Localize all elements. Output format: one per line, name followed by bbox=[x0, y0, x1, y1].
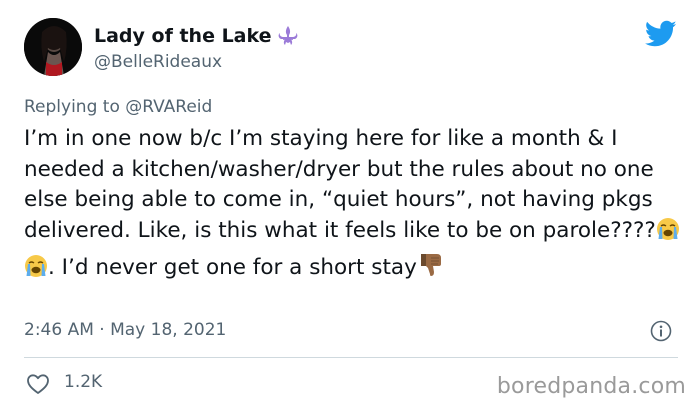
thumbs-down-icon bbox=[417, 250, 445, 288]
heart-icon[interactable] bbox=[26, 373, 50, 395]
replying-to-label: Replying to bbox=[24, 97, 126, 117]
tweet-text-part1: I’m in one now b/c I’m staying here for … bbox=[24, 126, 656, 243]
avatar[interactable] bbox=[24, 18, 82, 76]
author-display-name[interactable]: Lady of the Lake bbox=[94, 25, 272, 47]
like-count[interactable]: 1.2K bbox=[64, 372, 102, 392]
tweet-timestamp[interactable]: 2:46 AM · May 18, 2021 bbox=[24, 320, 226, 340]
author-display-name-row[interactable]: Lady of the Lake bbox=[94, 24, 300, 48]
twitter-bird-icon[interactable] bbox=[644, 20, 677, 48]
divider bbox=[24, 357, 678, 358]
info-icon[interactable] bbox=[650, 320, 672, 342]
reply-mention-link[interactable]: @RVAReid bbox=[125, 97, 212, 117]
avatar-image bbox=[24, 18, 82, 76]
loudly-crying-face-icon bbox=[24, 254, 48, 288]
tweet-text: I’m in one now b/c I’m staying here for … bbox=[24, 124, 684, 288]
watermark: boredpanda.com bbox=[496, 374, 686, 399]
replying-to-line: Replying to @RVAReid bbox=[24, 97, 212, 117]
tweet-text-part2: . I’d never get one for a short stay bbox=[48, 255, 417, 281]
author-handle[interactable]: @BelleRideaux bbox=[94, 52, 222, 72]
fleur-de-lis-icon bbox=[276, 24, 300, 48]
loudly-crying-face-icon bbox=[656, 217, 680, 251]
